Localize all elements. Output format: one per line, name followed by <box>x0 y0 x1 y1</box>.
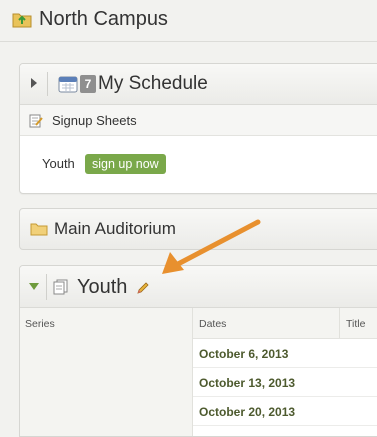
signup-sheets-row[interactable]: Signup Sheets <box>20 105 377 136</box>
my-schedule-title[interactable]: My Schedule <box>98 72 208 96</box>
youth-panel: Youth Series Dates Title October 6, 2013… <box>19 265 377 437</box>
folder-upload-icon <box>12 13 32 28</box>
youth-header[interactable]: Youth <box>20 266 377 308</box>
column-header-dates[interactable]: Dates <box>199 318 226 330</box>
date-cell: October 6, 2013 <box>199 347 289 361</box>
calendar-icon <box>58 76 78 93</box>
pages-icon <box>53 279 68 295</box>
main-auditorium-title[interactable]: Main Auditorium <box>54 218 176 240</box>
youth-title[interactable]: Youth <box>77 275 127 299</box>
series-column-cell <box>20 338 192 436</box>
signup-sheets-label: Signup Sheets <box>52 113 137 128</box>
header-divider <box>0 41 377 42</box>
my-schedule-panel: 7 My Schedule Signup Sheets Youth sign u… <box>19 63 377 194</box>
folder-icon <box>30 223 48 236</box>
column-header-title[interactable]: Title <box>346 318 365 330</box>
page-title: North Campus <box>39 8 168 30</box>
header-separator <box>47 72 48 96</box>
pencil-edit-icon[interactable] <box>136 281 150 295</box>
expand-arrow-icon[interactable] <box>31 78 37 88</box>
date-cell: October 20, 2013 <box>199 405 296 419</box>
header-separator <box>46 274 47 300</box>
table-row[interactable]: October 13, 2013 <box>193 368 377 397</box>
main-auditorium-panel[interactable]: Main Auditorium <box>19 208 377 250</box>
my-schedule-header[interactable]: 7 My Schedule <box>20 64 377 105</box>
table-row[interactable]: October 20, 2013 <box>193 397 377 426</box>
column-header-series[interactable]: Series <box>25 318 55 330</box>
table-row[interactable]: October 6, 2013 <box>193 339 377 368</box>
date-cell: October 13, 2013 <box>199 376 296 390</box>
edit-sheet-icon <box>29 114 43 128</box>
column-divider <box>339 308 340 338</box>
table-header: Series Dates Title <box>20 308 377 339</box>
collapse-arrow-icon[interactable] <box>29 283 39 290</box>
schedule-count-badge: 7 <box>80 75 96 93</box>
signup-item-label: Youth <box>42 156 75 171</box>
sign-up-now-button[interactable]: sign up now <box>85 154 166 174</box>
